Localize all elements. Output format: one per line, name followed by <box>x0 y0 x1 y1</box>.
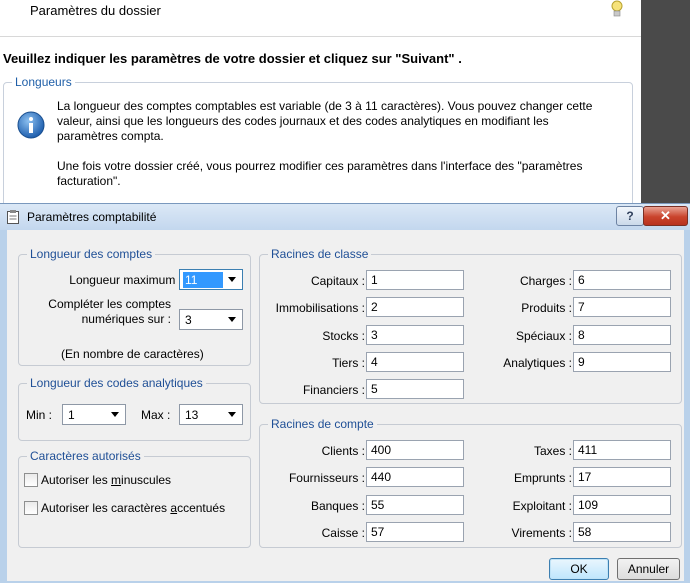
min-value: 1 <box>68 408 75 422</box>
longueur-comptes-group: Longueur des comptes Longueur maximum : … <box>18 247 251 366</box>
clients-input[interactable]: 400 <box>366 440 464 460</box>
capitaux-label: Capitaux : <box>310 274 365 288</box>
info-paragraph-1: La longueur des comptes comptables est v… <box>57 99 593 143</box>
analytiques-input[interactable]: 9 <box>573 352 671 372</box>
produits-label: Produits : <box>521 301 572 315</box>
longueur-maximum-select[interactable]: 11 <box>179 269 243 290</box>
clipboard-icon <box>7 210 19 224</box>
caracteres-autorises-legend: Caractères autorisés <box>27 449 144 463</box>
tiers-input[interactable]: 4 <box>366 352 464 372</box>
analytiques-label: Analytiques : <box>503 356 572 370</box>
longueur-maximum-value: 11 <box>183 272 223 288</box>
min-select[interactable]: 1 <box>62 404 126 425</box>
max-select[interactable]: 13 <box>179 404 243 425</box>
minuscules-label-rest: inuscules <box>121 473 172 487</box>
virements-input[interactable]: 58 <box>573 522 671 542</box>
close-button[interactable]: ✕ <box>643 206 688 226</box>
info-icon <box>17 111 45 139</box>
longueur-comptes-legend: Longueur des comptes <box>27 247 156 261</box>
banques-label: Banques : <box>310 499 365 513</box>
lightbulb-icon <box>611 0 623 17</box>
completer-label-line2: numériques sur : <box>81 312 171 326</box>
virements-label: Virements : <box>511 526 572 540</box>
financiers-label: Financiers : <box>302 383 365 397</box>
speciaux-label: Spéciaux : <box>515 329 572 343</box>
longueurs-legend: Longueurs <box>12 75 75 89</box>
speciaux-input[interactable]: 8 <box>573 325 671 345</box>
window-edge <box>641 0 690 210</box>
immobilisations-label: Immobilisations : <box>275 301 365 315</box>
wizard-header: Paramètres du dossier <box>0 0 641 37</box>
fournisseurs-input[interactable]: 440 <box>366 467 464 487</box>
completer-label-line1: Compléter les comptes <box>48 297 171 311</box>
capitaux-input[interactable]: 1 <box>366 270 464 290</box>
racines-classe-group: Racines de classe Capitaux : 1 Immobilis… <box>259 247 682 404</box>
dialog-body: Longueur des comptes Longueur maximum : … <box>7 230 684 581</box>
banques-input[interactable]: 55 <box>366 495 464 515</box>
info-paragraph-2: Une fois votre dossier créé, vous pourre… <box>57 159 583 188</box>
emprunts-input[interactable]: 17 <box>573 467 671 487</box>
stocks-label: Stocks : <box>322 329 365 343</box>
minuscules-label[interactable]: Autoriser les minuscules <box>41 473 171 487</box>
charges-input[interactable]: 6 <box>573 270 671 290</box>
nombre-caracteres-note: (En nombre de caractères) <box>61 347 204 361</box>
wizard-instruction: Veuillez indiquer les paramètres de votr… <box>3 51 462 66</box>
cancel-button[interactable]: Annuler <box>617 558 680 580</box>
minuscules-checkbox[interactable] <box>24 473 38 487</box>
stocks-input[interactable]: 3 <box>366 325 464 345</box>
financiers-input[interactable]: 5 <box>366 379 464 399</box>
racines-classe-legend: Racines de classe <box>268 247 372 261</box>
produits-input[interactable]: 7 <box>573 297 671 317</box>
dialog-title: Paramètres comptabilité <box>27 210 157 224</box>
immobilisations-input[interactable]: 2 <box>366 297 464 317</box>
chevron-down-icon <box>228 412 236 417</box>
charges-label: Charges : <box>519 274 572 288</box>
chevron-down-icon <box>228 277 236 282</box>
minuscules-label-text: Autoriser les <box>41 473 112 487</box>
wizard-header-title: Paramètres du dossier <box>30 3 161 18</box>
chevron-down-icon <box>111 412 119 417</box>
caisse-input[interactable]: 57 <box>366 522 464 542</box>
completer-value: 3 <box>185 313 192 327</box>
parametres-comptabilite-dialog: Paramètres comptabilité ? ✕ Longueur des… <box>0 203 690 583</box>
taxes-input[interactable]: 411 <box>573 440 671 460</box>
tiers-label: Tiers : <box>332 356 365 370</box>
max-label: Max : <box>141 408 171 422</box>
fournisseurs-label: Fournisseurs : <box>288 471 365 485</box>
ok-button[interactable]: OK <box>549 558 609 580</box>
dialog-titlebar[interactable]: Paramètres comptabilité ? ✕ <box>0 204 690 230</box>
codes-analytiques-legend: Longueur des codes analytiques <box>27 376 206 390</box>
help-button[interactable]: ? <box>616 206 644 226</box>
racines-compte-legend: Racines de compte <box>268 417 377 431</box>
longueur-maximum-label: Longueur maximum : <box>69 273 182 287</box>
accentues-label[interactable]: Autoriser les caractères accentués <box>41 501 225 515</box>
accentues-label-text: Autoriser les caractères <box>41 501 171 515</box>
racines-compte-group: Racines de compte Clients : 400 Fourniss… <box>259 417 682 548</box>
minuscules-accesskey: m <box>111 473 122 487</box>
min-label: Min : <box>26 408 53 422</box>
exploitant-label: Exploitant : <box>512 499 572 513</box>
clients-label: Clients : <box>321 444 365 458</box>
completer-select[interactable]: 3 <box>179 309 243 330</box>
exploitant-input[interactable]: 109 <box>573 495 671 515</box>
taxes-label: Taxes : <box>533 444 572 458</box>
accentues-checkbox[interactable] <box>24 501 38 515</box>
caracteres-autorises-group: Caractères autorisés Autoriser les minus… <box>18 449 251 548</box>
max-value: 13 <box>185 408 199 422</box>
caisse-label: Caisse : <box>321 526 365 540</box>
chevron-down-icon <box>228 317 236 322</box>
emprunts-label: Emprunts : <box>513 471 572 485</box>
accentues-label-rest: ccentués <box>177 501 226 515</box>
codes-analytiques-group: Longueur des codes analytiques Min : 1 M… <box>18 376 251 441</box>
